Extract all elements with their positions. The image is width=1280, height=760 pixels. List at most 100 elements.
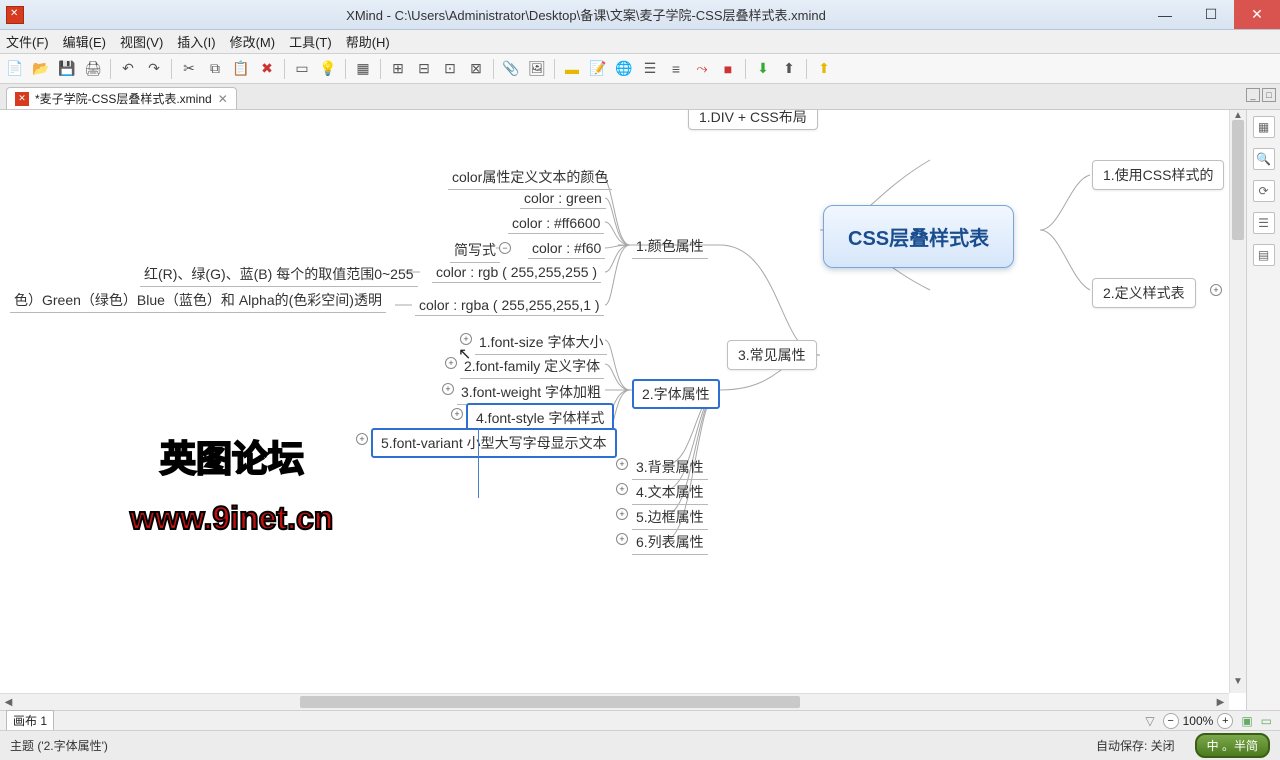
close-button[interactable]: ✕ — [1234, 0, 1280, 29]
menu-file[interactable]: 文件(F) — [6, 32, 49, 51]
leaf-rgb-range[interactable]: 红(R)、绿(G)、蓝(B) 每个的取值范围0~255 — [140, 262, 418, 287]
expander-list[interactable]: + — [616, 533, 628, 545]
menu-edit[interactable]: 编辑(E) — [63, 32, 106, 51]
t3-icon[interactable]: ⊡ — [439, 58, 461, 80]
node-common-attrs[interactable]: 3.常见属性 — [727, 340, 817, 370]
leaf-font-attr[interactable]: 2.字体属性 — [632, 379, 720, 409]
node-use-css[interactable]: 1.使用CSS样式的 — [1092, 160, 1224, 190]
leaf-shortform[interactable]: 简写式 — [450, 238, 500, 263]
leaf-color-green[interactable]: color : green — [520, 188, 606, 209]
connector-lines — [0, 110, 1246, 710]
sheet-tab[interactable]: 画布 1 — [6, 710, 54, 731]
expander-f4[interactable]: + — [451, 408, 463, 420]
link-icon[interactable]: ⤳ — [691, 58, 713, 80]
menu-insert[interactable]: 插入(I) — [177, 32, 215, 51]
leaf-color-ff6600[interactable]: color : #ff6600 — [508, 213, 604, 234]
drag-guide — [478, 428, 479, 498]
redo-icon[interactable]: ↷ — [143, 58, 165, 80]
panel-icon-5[interactable]: ▤ — [1253, 244, 1275, 266]
menu-view[interactable]: 视图(V) — [120, 32, 163, 51]
t4-icon[interactable]: ⊠ — [465, 58, 487, 80]
web-icon[interactable]: 🌐 — [613, 58, 635, 80]
zoom-control: − 100% + — [1163, 713, 1234, 729]
screen-icon[interactable]: ▭ — [291, 58, 313, 80]
node-define-style[interactable]: 2.定义样式表 — [1092, 278, 1196, 308]
ime-indicator[interactable]: 中 。半简 — [1195, 733, 1270, 758]
leaf-font-variant[interactable]: 5.font-variant 小型大写字母显示文本 — [371, 428, 617, 458]
panel-icon-4[interactable]: ☰ — [1253, 212, 1275, 234]
delete-icon[interactable]: ✖ — [256, 58, 278, 80]
t2-icon[interactable]: ⊟ — [413, 58, 435, 80]
zoom-actual-icon[interactable]: ▭ — [1261, 714, 1272, 728]
expander-f1[interactable]: + — [460, 333, 472, 345]
leaf-color-f60[interactable]: color : #f60 — [528, 238, 605, 259]
t1-icon[interactable]: ⊞ — [387, 58, 409, 80]
expander-short[interactable]: − — [499, 242, 511, 254]
horizontal-scrollbar[interactable]: ◀▶ — [0, 693, 1229, 710]
minimize-button[interactable]: — — [1142, 0, 1188, 29]
vertical-scrollbar[interactable]: ▲▼ — [1229, 110, 1246, 693]
expander-f2[interactable]: + — [445, 357, 457, 369]
expander-f5[interactable]: + — [356, 433, 368, 445]
leaf-color-attr[interactable]: 1.颜色属性 — [632, 234, 708, 259]
leaf-color-defines[interactable]: color属性定义文本的颜色 — [448, 165, 612, 190]
leaf-font-family[interactable]: 2.font-family 定义字体 — [460, 354, 604, 379]
leaf-color-rgba[interactable]: color : rgba ( 255,255,255,1 ) — [415, 295, 604, 316]
zoom-fit-icon[interactable]: ▣ — [1241, 714, 1252, 728]
cut-icon[interactable]: ✂ — [178, 58, 200, 80]
expander-define-style[interactable]: + — [1210, 284, 1222, 296]
image-icon[interactable]: 🖼 — [526, 58, 548, 80]
tab-max-icon[interactable]: □ — [1262, 88, 1276, 102]
export-icon[interactable]: ⬆ — [778, 58, 800, 80]
label-icon[interactable]: ▬ — [561, 58, 583, 80]
status-autosave: 自动保存: 关闭 — [1096, 737, 1175, 754]
right-sidepanel: ▦ 🔍 ⟳ ☰ ▤ — [1246, 110, 1280, 710]
tab-close-icon[interactable]: ✕ — [218, 92, 228, 106]
stop-icon[interactable]: ■ — [717, 58, 739, 80]
expander-bg[interactable]: + — [616, 458, 628, 470]
menu-modify[interactable]: 修改(M) — [230, 32, 276, 51]
paste-icon[interactable]: 📋 — [230, 58, 252, 80]
sheet-bar: 画布 1 ▽ − 100% + ▣ ▭ — [0, 710, 1280, 730]
xmind-file-icon: ✕ — [15, 92, 29, 106]
idea-icon[interactable]: 💡 — [317, 58, 339, 80]
leaf-list-attr[interactable]: 6.列表属性 — [632, 530, 708, 555]
leaf-border-attr[interactable]: 5.边框属性 — [632, 505, 708, 530]
note-icon[interactable]: 📝 — [587, 58, 609, 80]
open-icon[interactable]: 📂 — [30, 58, 52, 80]
mindmap-canvas[interactable]: 1.DIV + CSS布局 CSS层叠样式表 1.使用CSS样式的 2.定义样式… — [0, 110, 1246, 710]
import-icon[interactable]: ⬇ — [752, 58, 774, 80]
zoom-out-button[interactable]: − — [1163, 713, 1179, 729]
expander-border[interactable]: + — [616, 508, 628, 520]
panel-icon-1[interactable]: ▦ — [1253, 116, 1275, 138]
panel-icon-2[interactable]: 🔍 — [1253, 148, 1275, 170]
leaf-font-size[interactable]: 1.font-size 字体大小 — [475, 330, 607, 355]
leaf-bg-attr[interactable]: 3.背景属性 — [632, 455, 708, 480]
print-icon[interactable]: 🖨 — [82, 58, 104, 80]
node-icon[interactable]: ▦ — [352, 58, 374, 80]
list-icon[interactable]: ☰ — [639, 58, 661, 80]
copy-icon[interactable]: ⧉ — [204, 58, 226, 80]
leaf-color-rgb[interactable]: color : rgb ( 255,255,255 ) — [432, 262, 601, 283]
outline-icon[interactable]: ≡ — [665, 58, 687, 80]
expander-text[interactable]: + — [616, 483, 628, 495]
undo-icon[interactable]: ↶ — [117, 58, 139, 80]
node-div-css[interactable]: 1.DIV + CSS布局 — [688, 110, 818, 130]
expander-f3[interactable]: + — [442, 383, 454, 395]
leaf-alpha-desc[interactable]: 色）Green（绿色）Blue（蓝色）和 Alpha的(色彩空间)透明 — [10, 288, 386, 313]
save-icon[interactable]: 💾 — [56, 58, 78, 80]
menu-tools[interactable]: 工具(T) — [289, 32, 332, 51]
leaf-font-weight[interactable]: 3.font-weight 字体加粗 — [457, 380, 605, 405]
attach-icon[interactable]: 📎 — [500, 58, 522, 80]
leaf-text-attr[interactable]: 4.文本属性 — [632, 480, 708, 505]
document-tab[interactable]: ✕ *麦子学院-CSS层叠样式表.xmind ✕ — [6, 87, 237, 109]
panel-icon-3[interactable]: ⟳ — [1253, 180, 1275, 202]
home-icon[interactable]: ⬆ — [813, 58, 835, 80]
filter-icon[interactable]: ▽ — [1145, 714, 1154, 728]
maximize-button[interactable]: ☐ — [1188, 0, 1234, 29]
menu-help[interactable]: 帮助(H) — [346, 32, 390, 51]
root-node[interactable]: CSS层叠样式表 — [823, 205, 1014, 268]
new-icon[interactable]: 📄 — [4, 58, 26, 80]
zoom-in-button[interactable]: + — [1217, 713, 1233, 729]
tab-min-icon[interactable]: _ — [1246, 88, 1260, 102]
